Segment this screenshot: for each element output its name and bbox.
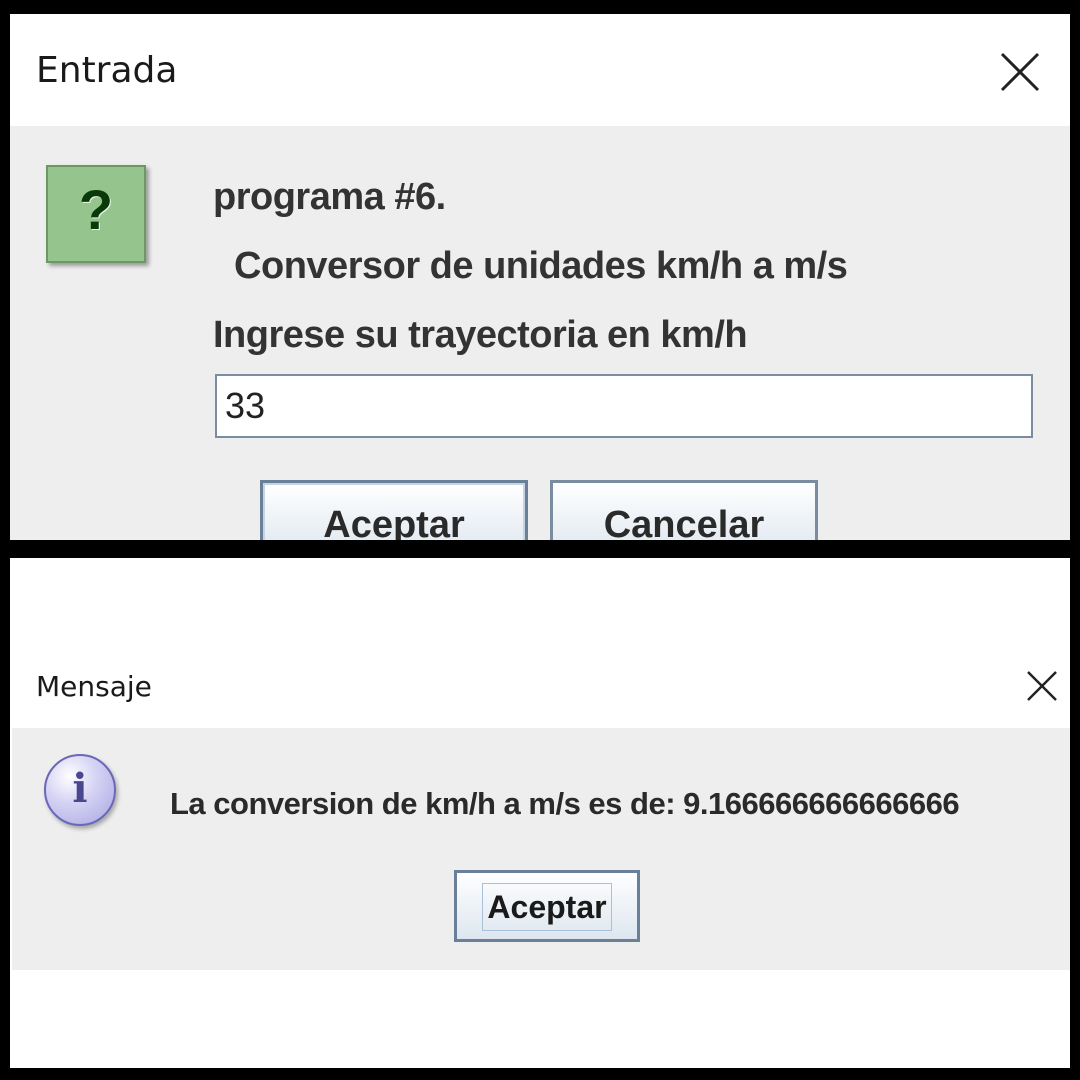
speed-input[interactable] [215,374,1033,438]
dialog-title: Mensaje [36,670,152,703]
result-message: La conversion de km/h a m/s es de: 9.166… [170,786,960,821]
question-icon: ? [46,165,146,263]
prompt-line-instruction: Ingrese su trayectoria en km/h [213,314,748,356]
close-icon[interactable] [992,44,1048,100]
message-dialog-titlebar[interactable]: Mensaje [12,648,1070,728]
prompt-line-converter: Conversor de unidades km/h a m/s [224,245,848,287]
accept-button-label: Aceptar [482,883,612,931]
message-body: i La conversion de km/h a m/s es de: 9.1… [12,728,1070,970]
accept-button[interactable]: Aceptar [260,480,528,540]
cancel-button[interactable]: Cancelar [550,480,818,540]
accept-button[interactable]: Aceptar [454,870,640,942]
prompt-line-program: programa #6. [213,176,446,218]
info-icon: i [44,754,116,826]
input-dialog: Entrada ? programa #6. Conversor de unid… [10,14,1070,540]
close-icon[interactable] [1024,668,1060,704]
dialog-title: Entrada [36,50,178,91]
input-dialog-titlebar[interactable]: Entrada [10,14,1070,126]
message-dialog-area: Mensaje i La conversion de km/h a m/s es… [10,558,1070,1068]
message-dialog: Mensaje i La conversion de km/h a m/s es… [12,648,1070,970]
